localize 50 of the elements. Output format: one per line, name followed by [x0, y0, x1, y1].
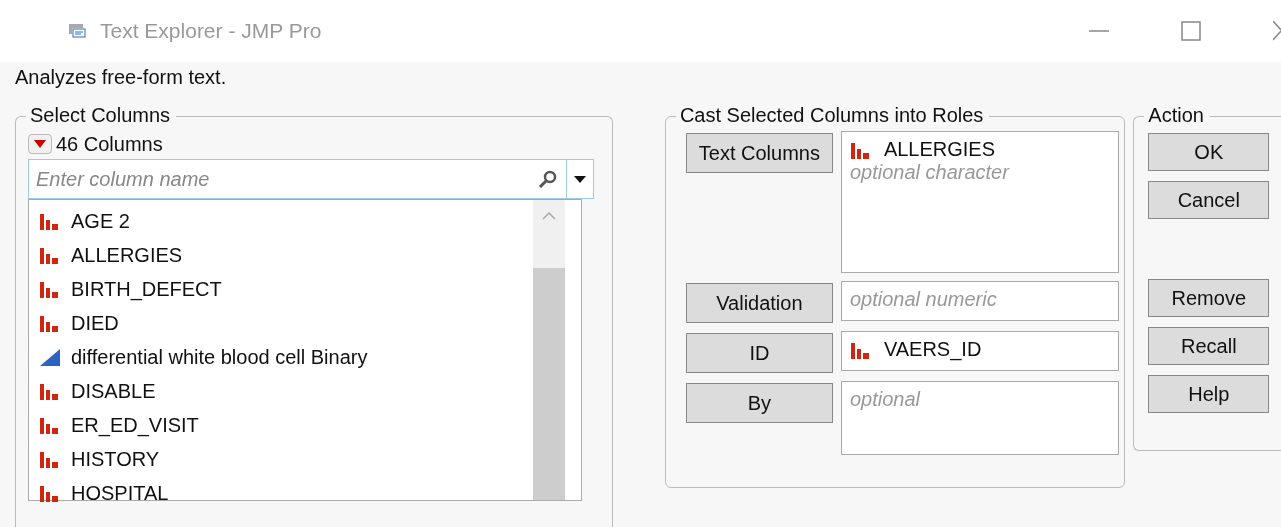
- column-item[interactable]: DISABLE: [39, 374, 533, 408]
- role-hint: optional character: [849, 161, 1011, 184]
- role-button[interactable]: Text Columns: [685, 133, 833, 173]
- menu-button[interactable]: [28, 134, 52, 154]
- search-field[interactable]: Enter column name: [28, 159, 594, 199]
- caret-icon: [34, 140, 46, 148]
- role-button[interactable]: ID: [685, 333, 833, 373]
- bar-chart-icon: [849, 140, 872, 159]
- triangle-icon: [39, 348, 61, 366]
- column-item[interactable]: DIED: [39, 306, 533, 340]
- bar-chart-icon: [39, 382, 61, 400]
- close-icon[interactable]: [1273, 21, 1281, 41]
- role-column[interactable]: VAERS_ID: [883, 338, 982, 361]
- role-button[interactable]: Validation: [685, 283, 833, 323]
- role-column[interactable]: ALLERGIES: [883, 138, 996, 161]
- column-item[interactable]: ALLERGIES: [39, 238, 533, 272]
- scrollbar[interactable]: [533, 200, 565, 500]
- maximize-icon[interactable]: [1181, 21, 1201, 41]
- scrollbar-thumb[interactable]: [533, 268, 565, 500]
- action-button[interactable]: Cancel: [1148, 181, 1270, 219]
- search-icon[interactable]: [538, 169, 558, 189]
- bar-chart-icon: [39, 280, 61, 298]
- bar-chart-icon: [39, 212, 61, 230]
- role-hint: optional numeric: [849, 288, 998, 311]
- bar-chart-icon: [39, 450, 61, 468]
- role-button[interactable]: By: [685, 383, 833, 423]
- bar-chart-icon: [39, 484, 61, 502]
- column-count: 46 Columns: [56, 132, 163, 156]
- action-button[interactable]: OK: [1148, 133, 1270, 171]
- role-hint: optional: [849, 388, 922, 411]
- window-title: Text Explorer - JMP Pro: [100, 19, 322, 43]
- column-item[interactable]: BIRTH_DEFECT: [39, 272, 533, 306]
- action-button[interactable]: Help: [1148, 375, 1270, 413]
- column-item[interactable]: ER_ED_VISIT: [39, 408, 533, 442]
- role-list[interactable]: VAERS_ID: [840, 331, 1119, 371]
- column-item[interactable]: AGE 2: [39, 204, 533, 238]
- bar-chart-icon: [849, 340, 872, 359]
- column-item[interactable]: HOSPITAL: [39, 476, 533, 510]
- action-button[interactable]: Recall: [1148, 327, 1270, 365]
- description: Analyzes free-form text.: [15, 66, 228, 90]
- role-list[interactable]: ALLERGIES optional character: [840, 131, 1119, 273]
- column-item[interactable]: HISTORY: [39, 442, 533, 476]
- column-item[interactable]: differential white blood cell Binary: [39, 340, 533, 374]
- bar-chart-icon: [39, 246, 61, 264]
- caret-icon: [574, 175, 586, 183]
- bar-chart-icon: [39, 416, 61, 434]
- action-button[interactable]: Remove: [1148, 279, 1270, 317]
- scroll-up-icon[interactable]: [542, 212, 556, 220]
- bar-chart-icon: [39, 314, 61, 332]
- app-icon: [68, 23, 86, 39]
